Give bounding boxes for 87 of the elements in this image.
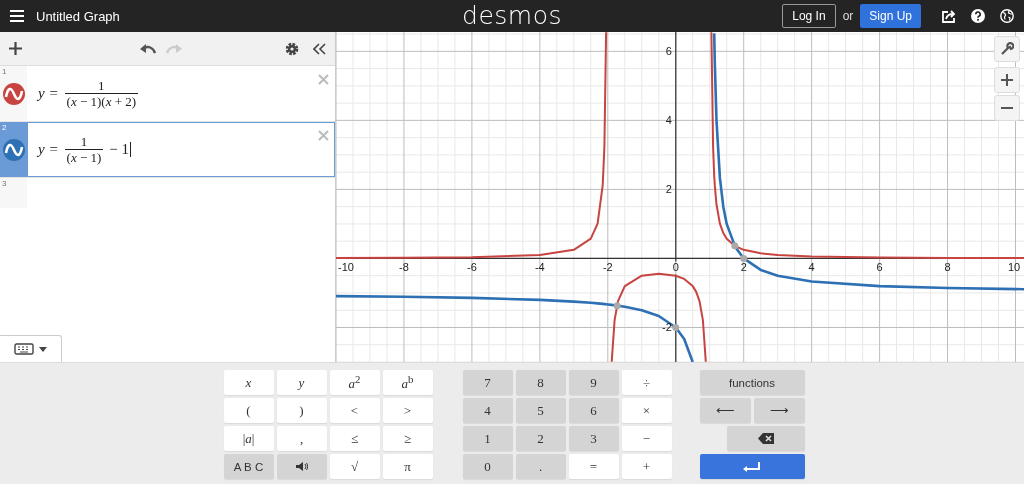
login-button[interactable]: Log In [782, 4, 836, 28]
x-tick-label: 10 [1007, 261, 1021, 274]
x-tick-label: -4 [534, 261, 545, 274]
expression-number: 1 [2, 67, 7, 76]
keypad-key[interactable]: A B C [223, 454, 274, 479]
keypad-key[interactable]: 8 [515, 370, 566, 395]
logo: desmos [462, 0, 562, 32]
globe-icon[interactable] [1000, 9, 1014, 23]
x-tick-label: 2 [740, 261, 747, 274]
y-tick-label: 2 [665, 183, 672, 196]
keypad-key[interactable]: > [382, 398, 433, 423]
keypad-key[interactable]: 4 [462, 398, 513, 423]
graph-style-icon[interactable] [2, 138, 25, 161]
expression-input[interactable]: y = 1 (x − 1) − 1 [27, 122, 335, 177]
keypad-key[interactable]: , [276, 426, 327, 451]
keypad-key[interactable]: 1 [462, 426, 513, 451]
enter-key[interactable] [699, 454, 805, 479]
keypad-key[interactable]: 2 [515, 426, 566, 451]
x-tick-label: -10 [338, 261, 354, 274]
expression-number: 2 [2, 123, 7, 132]
keypad-key[interactable]: ) [276, 398, 327, 423]
graph-style-icon[interactable] [2, 82, 25, 105]
caret-icon [39, 346, 47, 352]
y-tick-label: -2 [661, 321, 672, 334]
keypad-key[interactable]: 3 [568, 426, 619, 451]
x-tick-label: 0 [672, 261, 679, 274]
keypad-key[interactable]: √ [329, 454, 380, 479]
backspace-icon [757, 433, 774, 444]
keypad-key[interactable]: ≥ [382, 426, 433, 451]
intersection-point[interactable] [613, 302, 621, 310]
undo-icon[interactable] [139, 43, 156, 54]
x-tick-label: 4 [808, 261, 815, 274]
keypad-key[interactable]: y [276, 370, 327, 395]
intersection-point[interactable] [672, 324, 680, 331]
add-icon[interactable] [9, 42, 22, 55]
keypad-key[interactable]: π [382, 454, 433, 479]
keyboard-icon [14, 343, 34, 355]
intersection-point[interactable] [731, 242, 739, 250]
keypad-key[interactable]: + [621, 454, 672, 479]
keypad-key[interactable]: ⟵ [699, 398, 751, 423]
keypad-key[interactable]: 0 [462, 454, 513, 479]
keypad-key[interactable]: a$^{2}$ [329, 370, 380, 395]
x-tick-label: 6 [876, 261, 883, 274]
keypad-key[interactable]: − [621, 426, 672, 451]
expression-number: 3 [2, 179, 7, 188]
signup-button[interactable]: Sign Up [860, 4, 921, 28]
graph-title[interactable]: Untitled Graph [36, 8, 120, 24]
keypad-key[interactable]: 7 [462, 370, 513, 395]
keypad-key[interactable]: × [621, 398, 672, 423]
menu-icon[interactable] [10, 10, 24, 22]
settings-icon[interactable] [285, 41, 299, 56]
keyboard-toggle[interactable] [0, 335, 62, 362]
plus-icon [1001, 74, 1013, 86]
x-tick-label: 8 [944, 261, 951, 274]
keypad-key[interactable]: |a| [223, 426, 274, 451]
keypad-key[interactable]: < [329, 398, 380, 423]
keypad-key[interactable]: ÷ [621, 370, 672, 395]
graph-settings-button[interactable] [994, 36, 1020, 62]
keypad-key[interactable]: ≤ [329, 426, 380, 451]
keypad-key[interactable]: x [223, 370, 274, 395]
x-tick-label: -8 [399, 261, 409, 274]
backspace-key[interactable] [726, 426, 805, 451]
audio-key[interactable] [276, 454, 327, 479]
keypad-key[interactable]: 6 [568, 398, 619, 423]
keypad-key[interactable]: ( [223, 398, 274, 423]
y-tick-label: 6 [665, 45, 672, 58]
x-tick-label: -6 [467, 261, 477, 274]
collapse-icon[interactable] [313, 42, 326, 55]
zoom-in-button[interactable] [994, 67, 1020, 93]
or-label: or [842, 9, 854, 23]
keypad-key[interactable]: . [515, 454, 566, 479]
help-icon[interactable] [971, 9, 985, 23]
keypad-key[interactable]: ⟶ [753, 398, 805, 423]
intersection-point[interactable] [740, 254, 748, 262]
keypad-key[interactable]: 9 [568, 370, 619, 395]
wrench-icon [1000, 42, 1014, 56]
share-icon[interactable] [942, 9, 956, 23]
y-tick-label: 4 [665, 114, 672, 127]
keypad-key[interactable]: functions [699, 370, 805, 395]
x-tick-label: -2 [602, 261, 613, 274]
keypad-key[interactable]: = [568, 454, 619, 479]
keypad-key[interactable]: a$^{b}$ [382, 370, 433, 395]
speaker-icon [295, 462, 308, 471]
enter-icon [743, 461, 761, 472]
expression-input[interactable]: y = 1 (x − 1)(x + 2) [27, 66, 335, 121]
zoom-out-button[interactable] [994, 95, 1020, 121]
keypad-key[interactable]: 5 [515, 398, 566, 423]
